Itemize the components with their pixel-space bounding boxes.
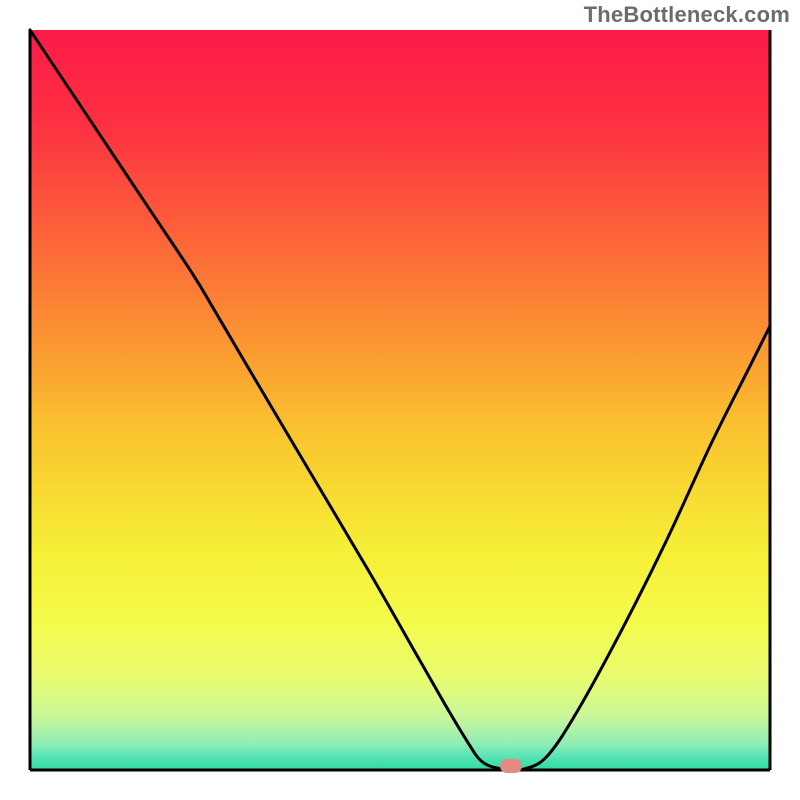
bottleneck-chart-svg (0, 0, 800, 800)
optimum-marker (500, 759, 522, 773)
chart-container: TheBottleneck.com (0, 0, 800, 800)
plot-background (30, 30, 770, 770)
watermark-text: TheBottleneck.com (584, 2, 790, 28)
